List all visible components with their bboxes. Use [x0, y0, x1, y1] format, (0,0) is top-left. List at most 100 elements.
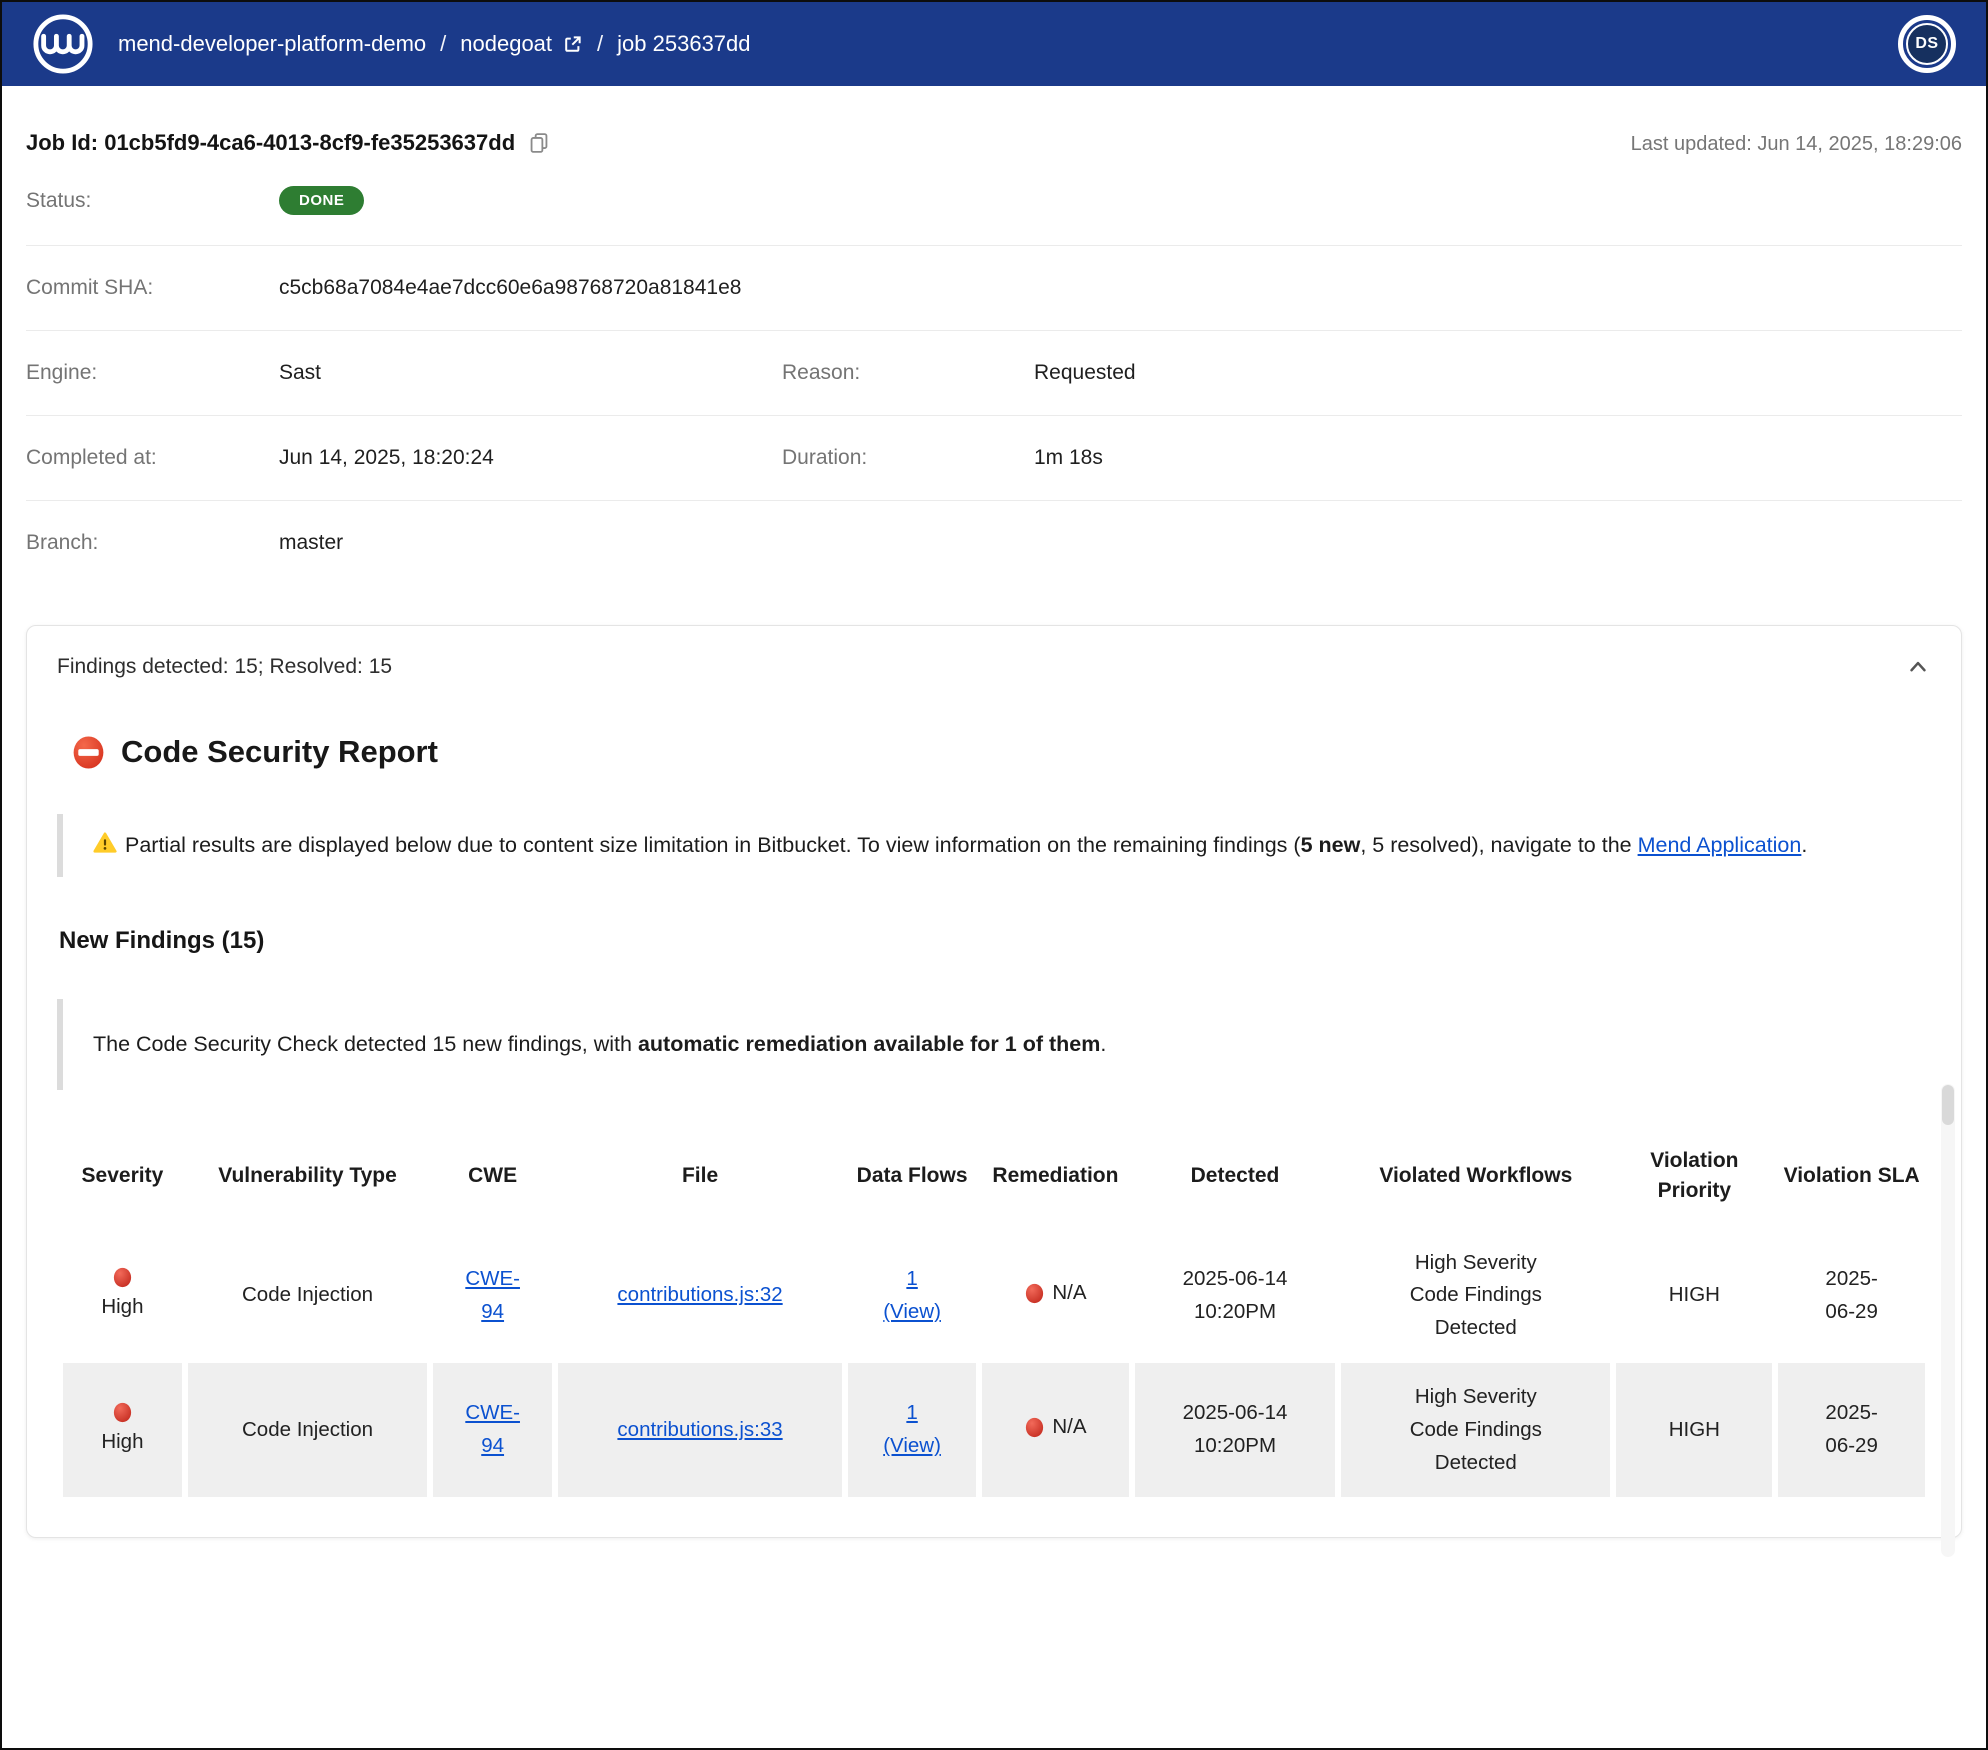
breadcrumb: mend-developer-platform-demo / nodegoat … — [118, 31, 751, 57]
last-updated: Last updated: Jun 14, 2025, 18:29:06 — [1631, 133, 1962, 156]
status-badge: DONE — [279, 186, 364, 215]
col-violation-priority: Violation Priority — [1616, 1130, 1772, 1229]
red-circle-icon — [1024, 1417, 1045, 1438]
table-scrollbar-track[interactable] — [1941, 1084, 1955, 1558]
report-title: Code Security Report — [71, 734, 1931, 770]
reason-label: Reason: — [782, 361, 1034, 385]
duration-label: Duration: — [782, 446, 1034, 470]
report-title-text: Code Security Report — [121, 734, 438, 770]
remediation-label: N/A — [1052, 1277, 1086, 1310]
findings-note: The Code Security Check detected 15 new … — [57, 999, 1931, 1090]
mend-logo-icon[interactable] — [32, 13, 94, 75]
col-vulnerability-type: Vulnerability Type — [188, 1130, 427, 1229]
col-severity: Severity — [63, 1130, 182, 1229]
job-id-line: Job Id: 01cb5fd9-4ca6-4013-8cf9-fe352536… — [26, 130, 551, 156]
chevron-up-icon[interactable] — [1905, 654, 1931, 680]
cwe-link[interactable]: CWE-94 — [465, 1263, 520, 1329]
branch-label: Branch: — [26, 531, 279, 555]
violated-workflows-cell: High Severity Code Findings Detected — [1407, 1247, 1545, 1345]
breadcrumb-separator: / — [440, 31, 446, 57]
severity-label: High — [101, 1291, 143, 1324]
job-id-text: Job Id: 01cb5fd9-4ca6-4013-8cf9-fe352536… — [26, 130, 515, 156]
findings-table-wrap: Severity Vulnerability Type CWE File Dat… — [57, 1130, 1931, 1498]
col-violation-sla: Violation SLA — [1778, 1130, 1925, 1229]
breadcrumb-project[interactable]: mend-developer-platform-demo — [118, 31, 426, 57]
red-circle-icon — [112, 1267, 133, 1288]
branch-row: Branch: master — [26, 500, 1962, 585]
table-header-row: Severity Vulnerability Type CWE File Dat… — [63, 1130, 1925, 1229]
warning-text-bold: 5 new — [1301, 833, 1361, 857]
col-remediation: Remediation — [982, 1130, 1129, 1229]
remediation-cell: N/A — [1024, 1411, 1086, 1444]
file-link[interactable]: contributions.js:32 — [617, 1283, 782, 1306]
mend-application-link[interactable]: Mend Application — [1638, 833, 1802, 857]
user-avatar-initials: DS — [1906, 23, 1948, 65]
finding-row: High Code Injection CWE-94 contributions… — [63, 1363, 1925, 1497]
copy-icon[interactable] — [527, 131, 551, 155]
duration-value: 1m 18s — [1034, 446, 1962, 470]
completed-at-value: Jun 14, 2025, 18:20:24 — [279, 446, 782, 470]
warning-icon — [93, 831, 117, 855]
note-text-bold: automatic remediation available for 1 of… — [638, 1032, 1100, 1056]
reason-value: Requested — [1034, 361, 1962, 385]
external-link-icon[interactable] — [562, 34, 583, 55]
findings-summary: Findings detected: 15; Resolved: 15 — [57, 655, 392, 679]
remediation-label: N/A — [1052, 1411, 1086, 1444]
completed-duration-row: Completed at: Jun 14, 2025, 18:20:24 Dur… — [26, 415, 1962, 500]
remediation-cell: N/A — [1024, 1277, 1086, 1310]
file-link[interactable]: contributions.js:33 — [617, 1418, 782, 1441]
cwe-link[interactable]: CWE-94 — [465, 1397, 520, 1463]
violation-sla-cell: 2025-06-29 — [1819, 1397, 1885, 1463]
note-text-post: . — [1100, 1032, 1106, 1056]
data-flows-link[interactable]: 1 (View) — [883, 1263, 941, 1329]
engine-reason-row: Engine: Sast Reason: Requested — [26, 330, 1962, 415]
commit-row: Commit SHA: c5cb68a7084e4ae7dcc60e6a9876… — [26, 245, 1962, 330]
col-violated-workflows: Violated Workflows — [1341, 1130, 1610, 1229]
col-data-flows: Data Flows — [848, 1130, 976, 1229]
col-cwe: CWE — [433, 1130, 552, 1229]
report-body: Code Security Report Partial results are… — [27, 734, 1961, 1537]
breadcrumb-repo-label: nodegoat — [460, 31, 552, 57]
findings-table: Severity Vulnerability Type CWE File Dat… — [57, 1130, 1931, 1498]
job-details-section: Job Id: 01cb5fd9-4ca6-4013-8cf9-fe352536… — [2, 130, 1986, 585]
status-label: Status: — [26, 189, 279, 213]
warning-text-pre: Partial results are displayed below due … — [125, 833, 1301, 857]
col-file: File — [558, 1130, 842, 1229]
data-flows-link[interactable]: 1 (View) — [883, 1397, 941, 1463]
breadcrumb-job[interactable]: job 253637dd — [617, 31, 750, 57]
red-circle-icon — [112, 1402, 133, 1423]
red-circle-icon — [1024, 1283, 1045, 1304]
warning-text-post: . — [1801, 833, 1807, 857]
col-detected: Detected — [1135, 1130, 1335, 1229]
new-findings-heading: New Findings (15) — [59, 927, 1931, 955]
severity-cell: High — [71, 1402, 174, 1459]
violation-sla-cell: 2025-06-29 — [1819, 1263, 1885, 1329]
severity-cell: High — [71, 1267, 174, 1324]
no-entry-icon — [71, 735, 106, 770]
table-scrollbar-thumb[interactable] — [1942, 1085, 1954, 1125]
commit-sha-label: Commit SHA: — [26, 276, 279, 300]
violation-priority-cell: HIGH — [1616, 1229, 1772, 1363]
note-text-pre: The Code Security Check detected 15 new … — [93, 1032, 638, 1056]
detected-cell: 2025-06-14 10:20PM — [1135, 1229, 1335, 1363]
violated-workflows-cell: High Severity Code Findings Detected — [1407, 1381, 1545, 1479]
breadcrumb-repo[interactable]: nodegoat — [460, 31, 583, 57]
engine-label: Engine: — [26, 361, 279, 385]
user-avatar[interactable]: DS — [1898, 15, 1956, 73]
vulnerability-type-cell: Code Injection — [188, 1229, 427, 1363]
branch-value: master — [279, 531, 782, 555]
completed-at-label: Completed at: — [26, 446, 279, 470]
top-navbar: mend-developer-platform-demo / nodegoat … — [2, 2, 1986, 86]
severity-label: High — [101, 1426, 143, 1459]
violation-priority-cell: HIGH — [1616, 1363, 1772, 1497]
partial-results-warning: Partial results are displayed below due … — [57, 814, 1931, 877]
vulnerability-type-cell: Code Injection — [188, 1363, 427, 1497]
findings-card: Findings detected: 15; Resolved: 15 Code… — [26, 625, 1962, 1538]
engine-value: Sast — [279, 361, 782, 385]
warning-text-mid: , 5 resolved), navigate to the — [1360, 833, 1637, 857]
breadcrumb-separator: / — [597, 31, 603, 57]
finding-row: High Code Injection CWE-94 contributions… — [63, 1229, 1925, 1363]
detected-cell: 2025-06-14 10:20PM — [1135, 1363, 1335, 1497]
status-row: Status: DONE — [26, 156, 1962, 245]
commit-sha-value: c5cb68a7084e4ae7dcc60e6a98768720a81841e8 — [279, 276, 782, 300]
